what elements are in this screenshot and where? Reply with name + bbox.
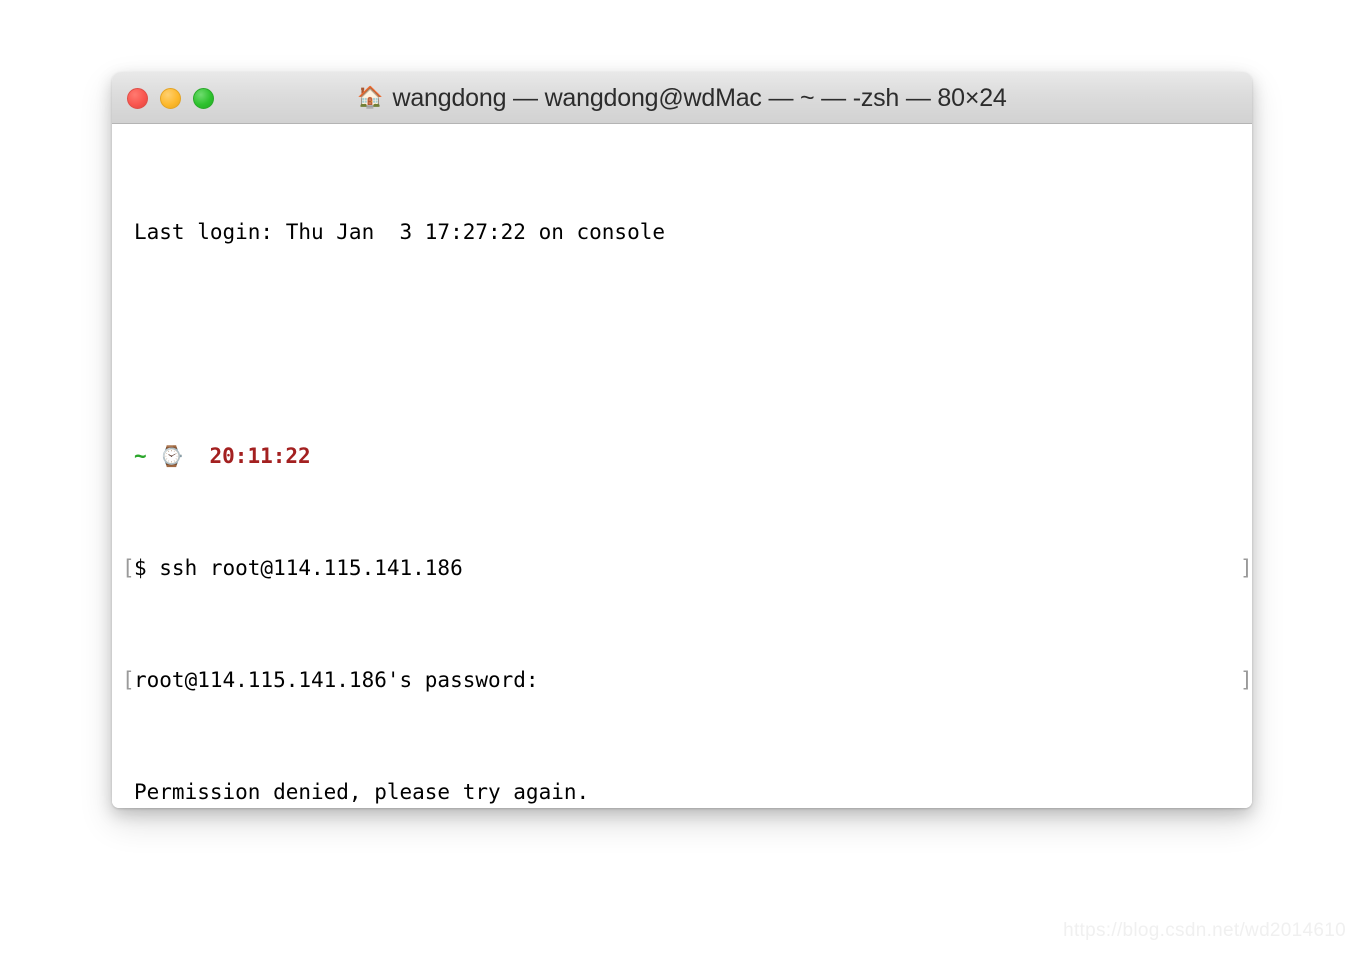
home-icon: 🏠 bbox=[357, 85, 384, 109]
watermark: https://blog.csdn.net/wd2014610 bbox=[1063, 920, 1346, 941]
line-text: root@114.115.141.186's password: bbox=[134, 668, 539, 692]
window-title-group: 🏠 wangdong — wangdong@wdMac — ~ — -zsh —… bbox=[112, 72, 1252, 123]
terminal-content-area[interactable]: Last login: Thu Jan 3 17:27:22 on consol… bbox=[112, 124, 1252, 808]
wrap-marker-close: ] bbox=[1240, 668, 1252, 692]
terminal-line: Permission denied, please try again. bbox=[122, 778, 1252, 806]
prompt-time: 20:11:22 bbox=[209, 444, 311, 468]
terminal-text-buffer: Last login: Thu Jan 3 17:27:22 on consol… bbox=[112, 134, 1252, 808]
window-controls bbox=[127, 72, 214, 123]
line-text: $ ssh root@114.115.141.186 bbox=[134, 556, 463, 580]
terminal-line: Last login: Thu Jan 3 17:27:22 on consol… bbox=[122, 218, 1252, 246]
wrap-marker-close: ] bbox=[1240, 556, 1252, 580]
close-button[interactable] bbox=[127, 87, 148, 109]
terminal-line: [root@114.115.141.186's password:] bbox=[122, 666, 1252, 694]
terminal-window: 🏠 wangdong — wangdong@wdMac — ~ — -zsh —… bbox=[112, 72, 1252, 808]
minimize-button[interactable] bbox=[160, 87, 181, 109]
window-title: wangdong — wangdong@wdMac — ~ — -zsh — 8… bbox=[392, 83, 1007, 112]
wrap-marker-open: [ bbox=[122, 668, 135, 692]
zoom-button[interactable] bbox=[193, 87, 214, 109]
terminal-prompt-line: ~ ⌚ 20:11:22 bbox=[122, 442, 1252, 470]
terminal-line: [$ ssh root@114.115.141.186] bbox=[122, 554, 1252, 582]
line-text: Last login: Thu Jan 3 17:27:22 on consol… bbox=[134, 220, 666, 244]
prompt-path: ~ bbox=[134, 444, 147, 468]
window-titlebar[interactable]: 🏠 wangdong — wangdong@wdMac — ~ — -zsh —… bbox=[112, 72, 1252, 124]
watch-icon: ⌚ bbox=[159, 444, 185, 468]
wrap-marker-open: [ bbox=[122, 556, 135, 580]
desktop-background: 🏠 wangdong — wangdong@wdMac — ~ — -zsh —… bbox=[0, 0, 1364, 954]
line-text: Permission denied, please try again. bbox=[134, 780, 590, 804]
